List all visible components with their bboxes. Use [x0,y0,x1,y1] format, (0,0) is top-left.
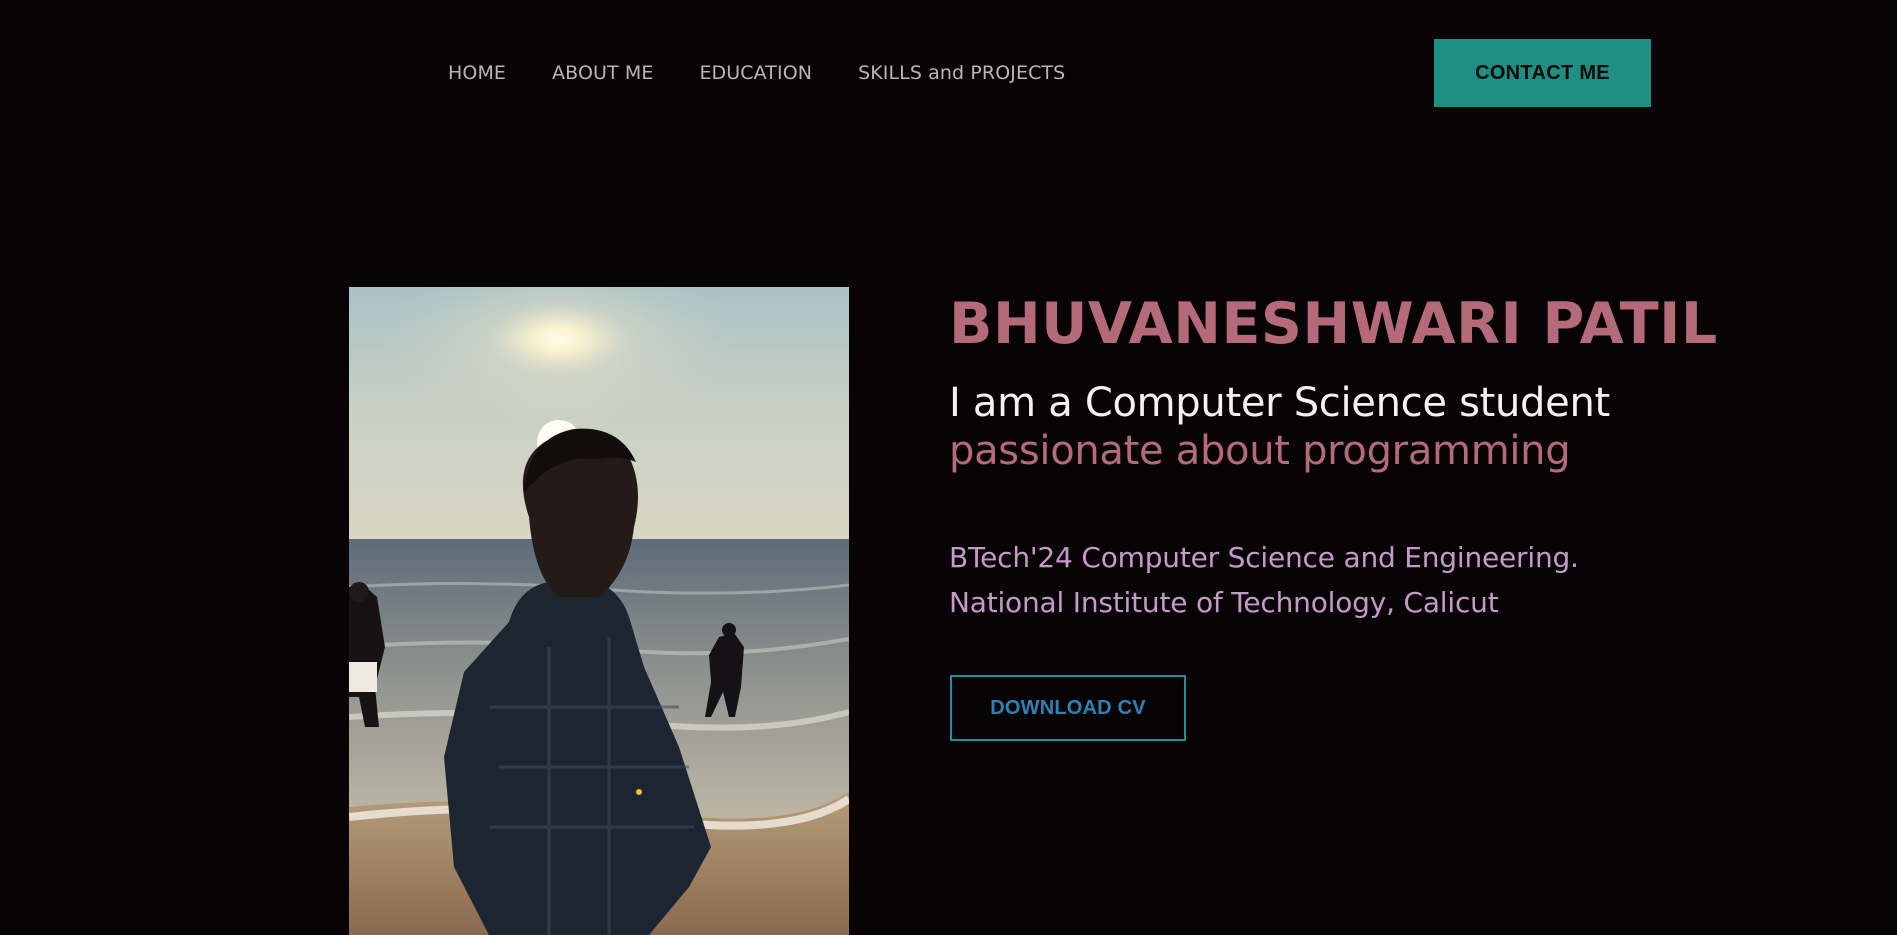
education-degree: BTech'24 Computer Science and Engineerin… [949,541,1579,574]
nav-home-link[interactable]: HOME [448,60,506,86]
education-institute: National Institute of Technology, Calicu… [949,586,1499,619]
contact-me-button[interactable]: CONTACT ME [1434,39,1651,107]
hero-name: BHUVANESHWARI PATIL [949,291,1718,357]
main-nav: HOME ABOUT ME EDUCATION SKILLS and PROJE… [448,60,1111,86]
hero-tagline-line1: I am a Computer Science student [949,380,1610,426]
nav-skills-projects-link[interactable]: SKILLS and PROJECTS [858,60,1065,86]
profile-photo [349,287,849,935]
download-cv-button[interactable]: DOWNLOAD CV [950,675,1186,741]
nav-education-link[interactable]: EDUCATION [699,60,812,86]
hero-tagline-line2: passionate about programming [949,428,1571,474]
nav-about-link[interactable]: ABOUT ME [552,60,653,86]
portfolio-page: HOME ABOUT ME EDUCATION SKILLS and PROJE… [0,0,1897,935]
